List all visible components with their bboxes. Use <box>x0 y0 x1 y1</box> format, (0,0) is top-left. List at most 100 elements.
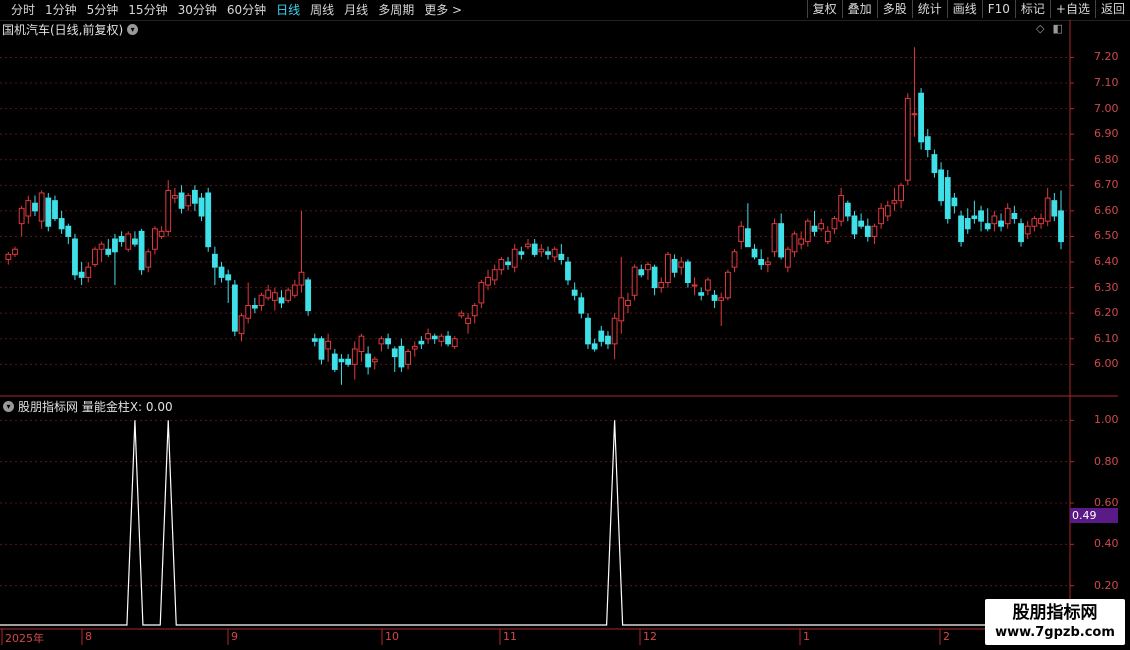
candle-body <box>904 97 911 181</box>
indicator-tick-label: 1.00 <box>1094 413 1119 427</box>
candle-body <box>938 169 944 202</box>
candle-body <box>958 215 964 243</box>
candle-body <box>185 195 192 207</box>
candle-body <box>578 297 585 314</box>
candle-body <box>351 348 358 365</box>
candle-body <box>891 200 898 204</box>
candle-body <box>471 305 478 317</box>
indicator-tick-label: 0.20 <box>1094 578 1119 592</box>
candle-body <box>764 261 771 266</box>
candle-body <box>72 238 78 276</box>
candle-body <box>385 338 391 345</box>
side-panel-strip[interactable] <box>1118 20 1130 630</box>
x-axis-label: 2025年 <box>5 632 44 645</box>
chart-canvas[interactable] <box>0 0 1130 650</box>
candle-body <box>78 271 85 278</box>
candle-body <box>911 113 918 116</box>
candle-body <box>431 335 438 340</box>
candle-body <box>784 248 791 268</box>
candle-body <box>298 271 305 286</box>
x-axis-label: 10 <box>385 630 399 643</box>
candle-body <box>858 220 865 227</box>
candle-body <box>112 238 118 253</box>
x-axis-label: 11 <box>503 630 517 643</box>
candle-body <box>931 154 938 174</box>
candle-body <box>944 177 951 220</box>
candle-body <box>998 220 1004 227</box>
candle-body <box>365 353 372 368</box>
candle-body <box>425 333 431 340</box>
y-tick-label: 6.10 <box>1094 331 1119 345</box>
candle-body <box>585 317 591 345</box>
candle-body <box>118 235 125 243</box>
candle-body <box>545 251 551 255</box>
y-tick-label: 6.60 <box>1094 203 1119 217</box>
candle-body <box>12 248 18 255</box>
candle-body <box>398 345 405 368</box>
candle-body <box>791 233 798 253</box>
y-tick-label: 6.00 <box>1094 357 1119 371</box>
candle-body <box>884 205 891 217</box>
candle-body <box>864 225 871 237</box>
candle-body <box>758 258 765 266</box>
candle-body <box>724 271 731 299</box>
candle-body <box>305 279 312 312</box>
candle-body <box>45 197 52 227</box>
candle-body <box>105 248 112 255</box>
candle-body <box>804 220 811 243</box>
candle-body <box>445 335 451 345</box>
y-tick-label: 7.20 <box>1094 50 1119 64</box>
candle-body <box>345 358 352 365</box>
candle-body <box>771 223 778 253</box>
candle-body <box>32 202 38 212</box>
candle-body <box>605 335 611 345</box>
candle-body <box>58 218 65 230</box>
candle-body <box>978 210 984 222</box>
y-tick-label: 6.20 <box>1094 306 1119 320</box>
candle-body <box>518 251 525 255</box>
y-tick-label: 6.80 <box>1094 152 1119 166</box>
candle-body <box>505 261 511 266</box>
x-axis-label: 2 <box>943 630 950 643</box>
candle-body <box>265 289 272 299</box>
candle-body <box>844 202 851 217</box>
candle-body <box>598 330 605 342</box>
candle-body <box>285 289 292 301</box>
candle-body <box>225 274 232 281</box>
y-tick-label: 6.50 <box>1094 229 1119 243</box>
candle-body <box>478 281 485 304</box>
watermark-line1: 股朋指标网 <box>1012 603 1098 623</box>
candle-body <box>1044 197 1051 222</box>
candle-body <box>704 279 711 291</box>
candle-body <box>52 200 58 220</box>
candle-body <box>125 233 132 250</box>
candle-body <box>145 251 152 268</box>
candle-body <box>824 230 831 243</box>
candle-body <box>638 269 645 276</box>
candle-body <box>485 276 491 286</box>
candle-body <box>451 338 458 347</box>
candle-body <box>618 297 625 322</box>
candle-body <box>152 228 158 250</box>
candle-body <box>92 248 98 266</box>
candle-body <box>685 261 691 283</box>
candle-body <box>231 284 238 332</box>
candle-body <box>678 261 685 268</box>
candle-body <box>251 305 258 309</box>
watermark: 股朋指标网 www.7gpzb.com <box>985 599 1125 645</box>
candle-body <box>238 315 245 335</box>
candle-body <box>718 297 725 301</box>
candle-body <box>971 215 978 220</box>
candle-body <box>418 340 425 345</box>
candle-body <box>611 317 618 345</box>
watermark-line2: www.7gpzb.com <box>995 625 1115 640</box>
candle-body <box>171 195 178 199</box>
candle-body <box>1004 207 1011 225</box>
candle-body <box>818 223 825 230</box>
candle-body <box>511 248 518 268</box>
y-tick-label: 6.40 <box>1094 255 1119 269</box>
candle-body <box>918 92 924 143</box>
y-tick-label: 7.10 <box>1094 76 1119 90</box>
y-tick-label: 6.90 <box>1094 127 1119 141</box>
candle-body <box>691 284 698 287</box>
